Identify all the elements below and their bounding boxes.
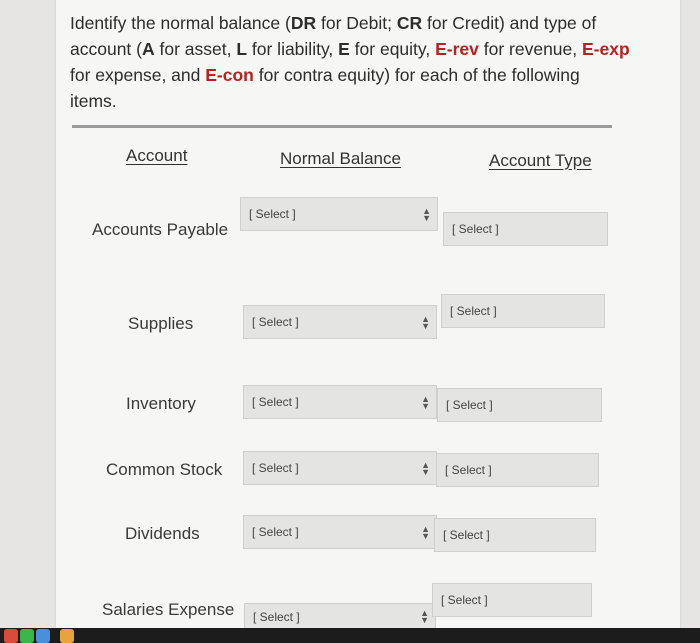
instruction-text: for Debit; <box>316 13 397 33</box>
account-name: Common Stock <box>106 460 223 479</box>
account-name: Accounts Payable <box>92 220 229 239</box>
select-value: [ Select ] <box>253 610 300 624</box>
app-icon[interactable] <box>60 629 74 643</box>
instruction-text: for asset, <box>154 39 237 59</box>
select-value: [ Select ] <box>452 222 499 236</box>
app-icon[interactable] <box>20 629 34 643</box>
select-value: [ Select ] <box>446 398 493 412</box>
select-value: [ Select ] <box>252 461 299 475</box>
account-type-select[interactable]: [ Select ] <box>432 583 592 617</box>
debit-code: DR <box>290 13 317 33</box>
header-normal-balance: Normal Balance <box>280 149 401 168</box>
select-arrows-icon: ▲ ▼ <box>421 460 430 477</box>
select-value: [ Select ] <box>445 463 492 477</box>
select-value: [ Select ] <box>443 528 490 542</box>
taskbar <box>0 628 700 643</box>
instruction-text: for revenue, <box>478 39 582 59</box>
normal-balance-select[interactable]: [ Select ] ▲ ▼ <box>244 603 436 629</box>
normal-balance-select[interactable]: [ Select ] ▲ ▼ <box>243 451 437 485</box>
account-name: Supplies <box>128 314 194 333</box>
header-account-type: Account Type <box>489 151 592 170</box>
account-type-select[interactable]: [ Select ] <box>443 212 608 246</box>
select-value: [ Select ] <box>249 207 296 221</box>
select-arrows-icon: ▲ ▼ <box>420 608 429 625</box>
app-icon[interactable] <box>4 629 18 643</box>
select-value: [ Select ] <box>252 395 299 409</box>
instruction-text: for expense, and <box>70 65 206 85</box>
table-top-border <box>72 125 612 128</box>
instruction-text: Identify the normal balance ( <box>70 13 291 33</box>
expense-code: E-exp <box>582 39 630 59</box>
account-name: Dividends <box>125 524 200 543</box>
asset-code: A <box>141 39 155 59</box>
normal-balance-select[interactable]: [ Select ] ▲ ▼ <box>243 385 437 419</box>
account-type-select[interactable]: [ Select ] <box>436 453 599 487</box>
select-arrows-icon: ▲ ▼ <box>422 206 431 223</box>
select-value: [ Select ] <box>450 304 497 318</box>
question-instructions: Identify the normal balance (DR for Debi… <box>70 10 630 114</box>
account-type-select[interactable]: [ Select ] <box>437 388 602 422</box>
contra-equity-code: E-con <box>205 65 254 85</box>
normal-balance-select[interactable]: [ Select ] ▲ ▼ <box>243 515 437 549</box>
select-value: [ Select ] <box>252 525 299 539</box>
revenue-code: E-rev <box>435 39 479 59</box>
equity-code: E <box>338 39 350 59</box>
instruction-text: for liability, <box>247 39 339 59</box>
account-type-select[interactable]: [ Select ] <box>441 294 605 328</box>
select-arrows-icon: ▲ ▼ <box>421 524 430 541</box>
instruction-text: for equity, <box>349 39 436 59</box>
account-name: Inventory <box>126 394 196 413</box>
select-arrows-icon: ▲ ▼ <box>421 394 430 411</box>
account-type-select[interactable]: [ Select ] <box>434 518 596 552</box>
select-arrows-icon: ▲ ▼ <box>421 314 430 331</box>
header-account: Account <box>126 146 188 165</box>
select-value: [ Select ] <box>441 593 488 607</box>
account-name: Salaries Expense <box>102 600 235 619</box>
normal-balance-select[interactable]: [ Select ] ▲ ▼ <box>243 305 437 339</box>
app-icon[interactable] <box>36 629 50 643</box>
select-value: [ Select ] <box>252 315 299 329</box>
normal-balance-select[interactable]: [ Select ] ▲ ▼ <box>240 197 438 231</box>
liability-code: L <box>236 39 248 59</box>
credit-code: CR <box>396 13 423 33</box>
